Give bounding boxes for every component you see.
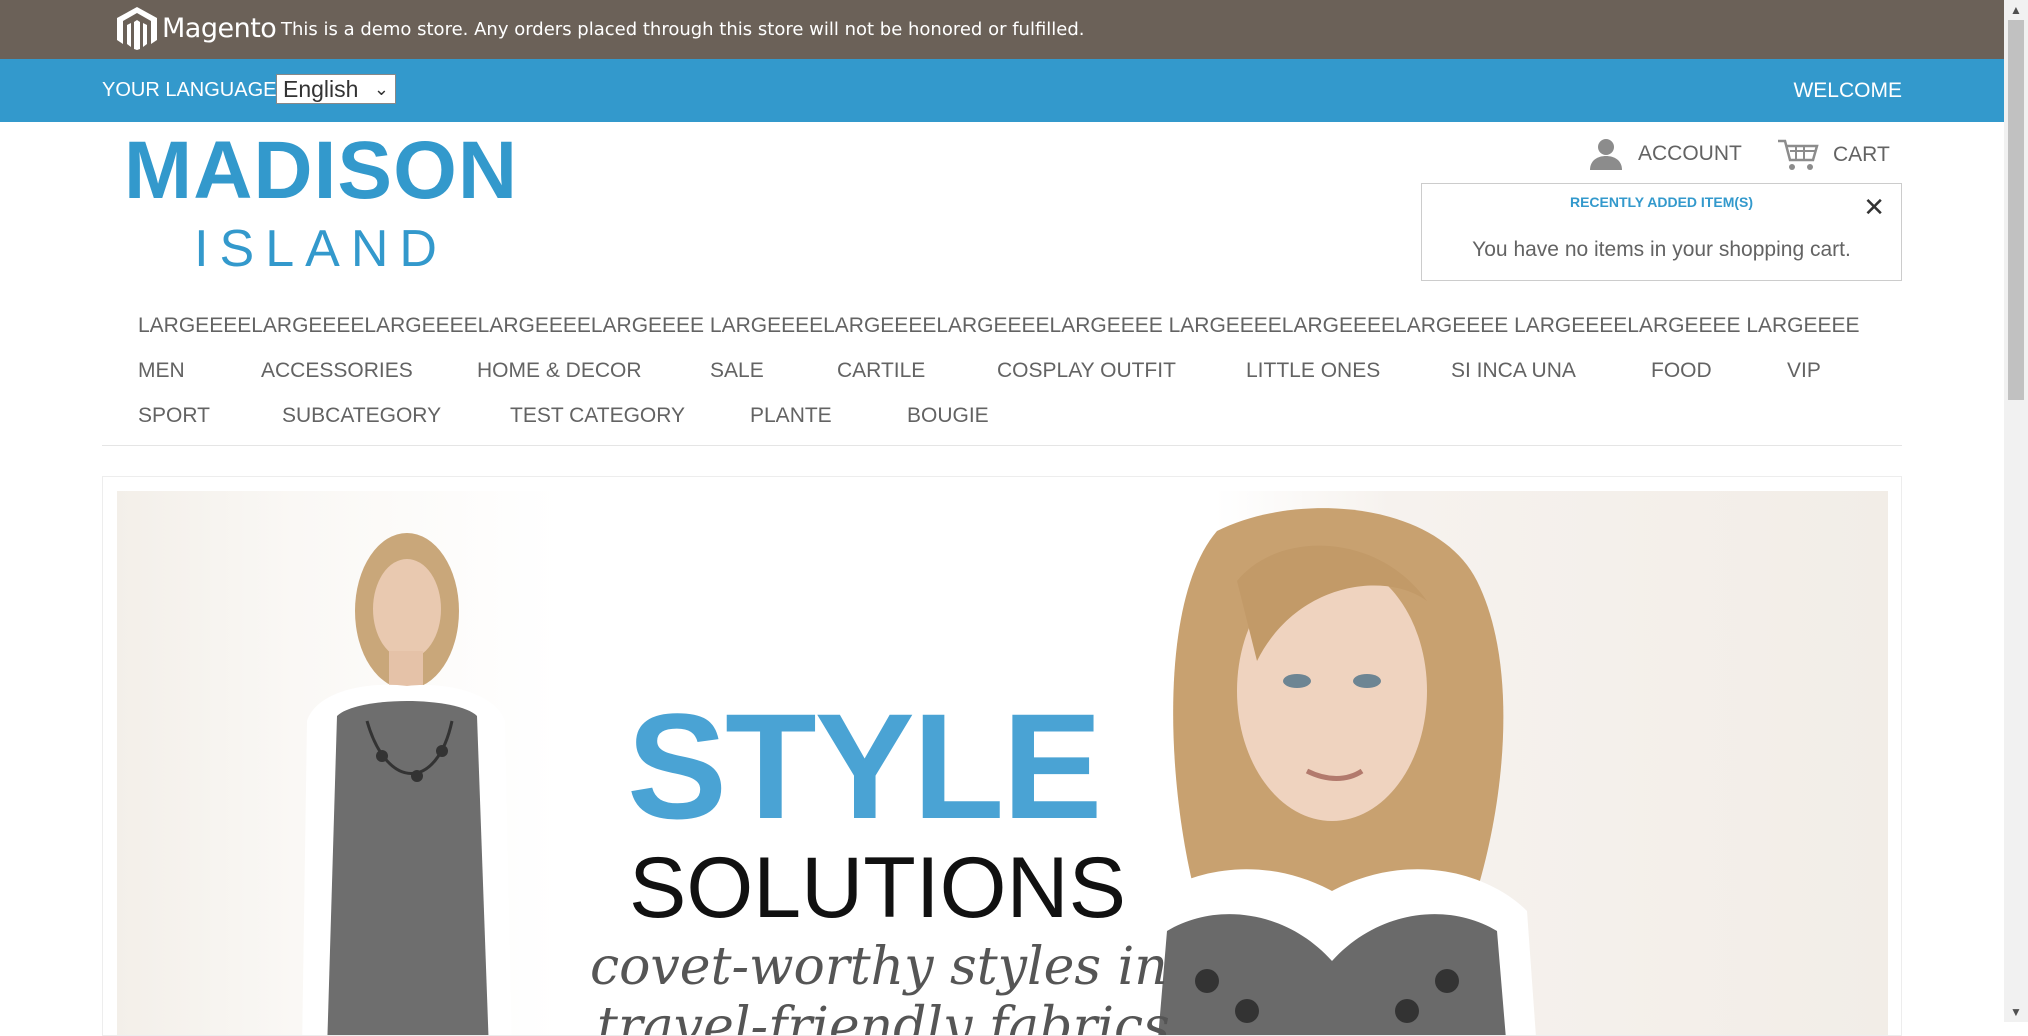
welcome-message: Welcome bbox=[1793, 79, 1902, 102]
demo-notice-text: This is a demo store. Any orders placed … bbox=[281, 19, 1085, 40]
mini-cart-empty-message: You have no items in your shopping cart. bbox=[1472, 238, 1851, 261]
hero-tagline-line-2: travel-friendly fabrics bbox=[597, 997, 1170, 1036]
nav-item-largeeee[interactable]: LARGEEEELARGEEEELARGEEEELARGEEEELARGEEEE… bbox=[138, 314, 1860, 338]
nav-item-plante[interactable]: plante bbox=[750, 404, 832, 428]
nav-item-sale[interactable]: Sale bbox=[710, 359, 764, 383]
nav-item-little-ones[interactable]: Little Ones bbox=[1246, 359, 1380, 383]
nav-divider bbox=[102, 445, 1902, 446]
nav-item-bougie[interactable]: bougie bbox=[907, 404, 989, 428]
user-icon bbox=[1590, 139, 1622, 170]
hero-image: STYLE SOLUTIONS covet-worthy styles in t… bbox=[117, 491, 1888, 1036]
scroll-down-icon[interactable]: ▼ bbox=[2004, 1002, 2028, 1022]
store-logo[interactable]: MADISON ISLAND bbox=[115, 130, 527, 284]
magento-logo: Magento bbox=[116, 6, 277, 50]
scrollbar-thumb[interactable] bbox=[2008, 20, 2024, 400]
nav-item-home-decor[interactable]: Home & Decor bbox=[477, 359, 642, 383]
nav-item-si-inca-una[interactable]: si inca una bbox=[1451, 359, 1576, 383]
language-selected-value: English bbox=[283, 76, 359, 102]
nav-item-men[interactable]: Men bbox=[138, 359, 185, 383]
nav-item-cartile[interactable]: Cartile bbox=[837, 359, 925, 383]
logo-line-1: MADISON bbox=[123, 125, 519, 216]
chevron-down-icon: ⌄ bbox=[373, 79, 389, 99]
demo-notice-bar: Magento This is a demo store. Any orders… bbox=[0, 0, 2004, 59]
logo-line-2: ISLAND bbox=[194, 220, 448, 278]
nav-item-food[interactable]: Food bbox=[1651, 359, 1712, 383]
magento-icon bbox=[117, 7, 157, 50]
cart-icon bbox=[1778, 139, 1819, 170]
mini-cart-title: Recently added item(s) bbox=[1569, 194, 1754, 210]
scroll-up-icon[interactable]: ▲ bbox=[2004, 0, 2028, 20]
mini-cart-dropdown: Recently added item(s) ✕ You have no ite… bbox=[1421, 183, 1902, 281]
nav-item-accessories[interactable]: Accessories bbox=[261, 359, 413, 383]
magento-wordmark: Magento bbox=[162, 12, 277, 44]
nav-item-cosplay-outfit[interactable]: Cosplay outfit bbox=[997, 359, 1176, 383]
language-bar: Your Language: English ⌄ Welcome bbox=[0, 59, 2004, 122]
nav-item-subcategory[interactable]: subcategory bbox=[282, 404, 441, 428]
close-icon[interactable]: ✕ bbox=[1863, 192, 1885, 223]
hero-banner[interactable]: STYLE SOLUTIONS covet-worthy styles in t… bbox=[102, 476, 1902, 1036]
cart-label: Cart bbox=[1833, 143, 1890, 166]
hero-subheadline: SOLUTIONS bbox=[629, 840, 1126, 936]
nav-item-sport[interactable]: Sport bbox=[138, 404, 210, 428]
page-scrollbar[interactable]: ▲ ▼ bbox=[2004, 0, 2028, 1022]
hero-headline: STYLE bbox=[627, 682, 1102, 850]
account-link[interactable]: Account bbox=[1588, 138, 1742, 170]
language-label: Your Language: bbox=[102, 79, 283, 101]
cart-link[interactable]: Cart bbox=[1777, 138, 1890, 172]
nav-item-test-category[interactable]: test category bbox=[510, 404, 685, 428]
language-select[interactable]: English ⌄ bbox=[276, 74, 396, 104]
nav-item-vip[interactable]: VIP bbox=[1787, 359, 1821, 383]
hero-tagline-line-1: covet-worthy styles in bbox=[590, 937, 1168, 997]
account-label: Account bbox=[1638, 142, 1742, 165]
